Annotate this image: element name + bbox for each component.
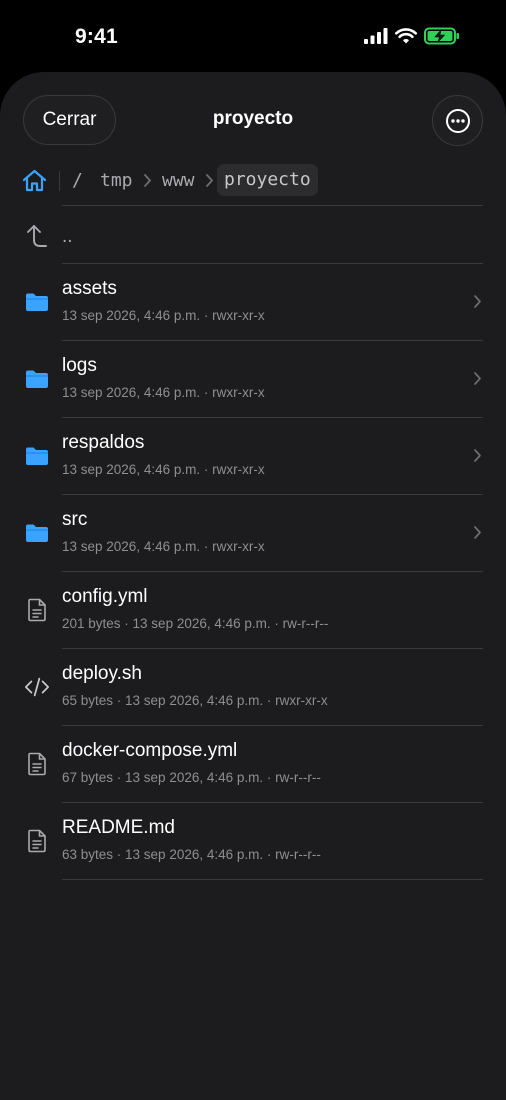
- battery-charging-icon: [424, 27, 459, 45]
- page-title: proyecto: [212, 108, 294, 129]
- folder-row[interactable]: src 13 sep 2026, 4:46 p.m. · rwxr-xr-x: [0, 495, 506, 572]
- file-row[interactable]: docker-compose.yml 67 bytes · 13 sep 2026…: [0, 726, 506, 803]
- status-time: 9:41: [75, 25, 118, 48]
- folder-row[interactable]: respaldos 13 sep 2026, 4:46 p.m. · rwxr-x…: [0, 418, 506, 495]
- entry-name: src: [62, 509, 88, 530]
- breadcrumb-root[interactable]: /: [72, 170, 83, 191]
- entry-name: respaldos: [62, 432, 145, 453]
- chevron-right-icon: [473, 448, 482, 468]
- folder-icon: [24, 366, 50, 392]
- folder-row[interactable]: logs 13 sep 2026, 4:46 p.m. · rwxr-xr-x: [0, 341, 506, 418]
- ellipsis-circle-icon: [445, 108, 470, 133]
- breadcrumb-segment-tmp[interactable]: tmp: [100, 170, 133, 191]
- entry-meta: 13 sep 2026, 4:46 p.m. · rwxr-xr-x: [62, 462, 265, 477]
- entry-meta: 13 sep 2026, 4:46 p.m. · rwxr-xr-x: [62, 308, 265, 323]
- breadcrumb-segment-www[interactable]: www: [162, 170, 195, 191]
- chevron-right-icon: [473, 525, 482, 545]
- breadcrumb-home[interactable]: [22, 169, 47, 197]
- entry-meta: 201 bytes · 13 sep 2026, 4:46 p.m. · rw-…: [62, 616, 329, 631]
- file-row[interactable]: config.yml 201 bytes · 13 sep 2026, 4:46 …: [0, 572, 506, 649]
- entry-name: README.md: [62, 817, 175, 838]
- folder-icon: [24, 520, 50, 546]
- entry-name: docker-compose.yml: [62, 740, 238, 761]
- chevron-right-icon: [473, 294, 482, 314]
- entry-meta: 67 bytes · 13 sep 2026, 4:46 p.m. · rw-r…: [62, 770, 321, 785]
- entry-name: assets: [62, 278, 117, 299]
- entry-name: deploy.sh: [62, 663, 142, 684]
- entry-meta: 13 sep 2026, 4:46 p.m. · rwxr-xr-x: [62, 539, 265, 554]
- entry-meta: 63 bytes · 13 sep 2026, 4:46 p.m. · rw-r…: [62, 847, 321, 862]
- arrow-up-turn-icon: [24, 223, 50, 249]
- wifi-icon: [395, 28, 417, 44]
- breadcrumb: / tmp www proyecto: [0, 162, 506, 200]
- house-icon: [22, 169, 47, 192]
- status-bar: 9:41: [0, 0, 506, 72]
- document-icon: [24, 597, 50, 623]
- parent-directory-label: ..: [62, 226, 73, 247]
- entry-meta: 65 bytes · 13 sep 2026, 4:46 p.m. · rwxr…: [62, 693, 328, 708]
- breadcrumb-segment-current: proyecto: [217, 164, 318, 196]
- document-icon: [24, 751, 50, 777]
- folder-icon: [24, 289, 50, 315]
- chevron-right-icon: [473, 371, 482, 391]
- entry-name: config.yml: [62, 586, 148, 607]
- file-row[interactable]: deploy.sh 65 bytes · 13 sep 2026, 4:46 p.…: [0, 649, 506, 726]
- status-icons: [364, 27, 460, 45]
- breadcrumb-divider: [59, 171, 60, 191]
- file-browser-sheet: Cerrar proyecto / tmp www proyecto .. as…: [0, 72, 506, 1100]
- folder-row[interactable]: assets 13 sep 2026, 4:46 p.m. · rwxr-xr-x: [0, 264, 506, 341]
- chevron-right-icon: [206, 174, 214, 187]
- document-icon: [24, 828, 50, 854]
- entry-name: logs: [62, 355, 97, 376]
- code-icon: [24, 674, 50, 700]
- signal-icon: [364, 28, 388, 44]
- entry-meta: 13 sep 2026, 4:46 p.m. · rwxr-xr-x: [62, 385, 265, 400]
- row-separator: [62, 879, 483, 880]
- folder-icon: [24, 443, 50, 469]
- file-row[interactable]: README.md 63 bytes · 13 sep 2026, 4:46 p.…: [0, 803, 506, 880]
- more-options-button[interactable]: [432, 95, 483, 146]
- navigation-bar: Cerrar proyecto: [0, 72, 506, 168]
- chevron-right-icon: [144, 174, 152, 187]
- parent-directory-row[interactable]: ..: [0, 206, 506, 264]
